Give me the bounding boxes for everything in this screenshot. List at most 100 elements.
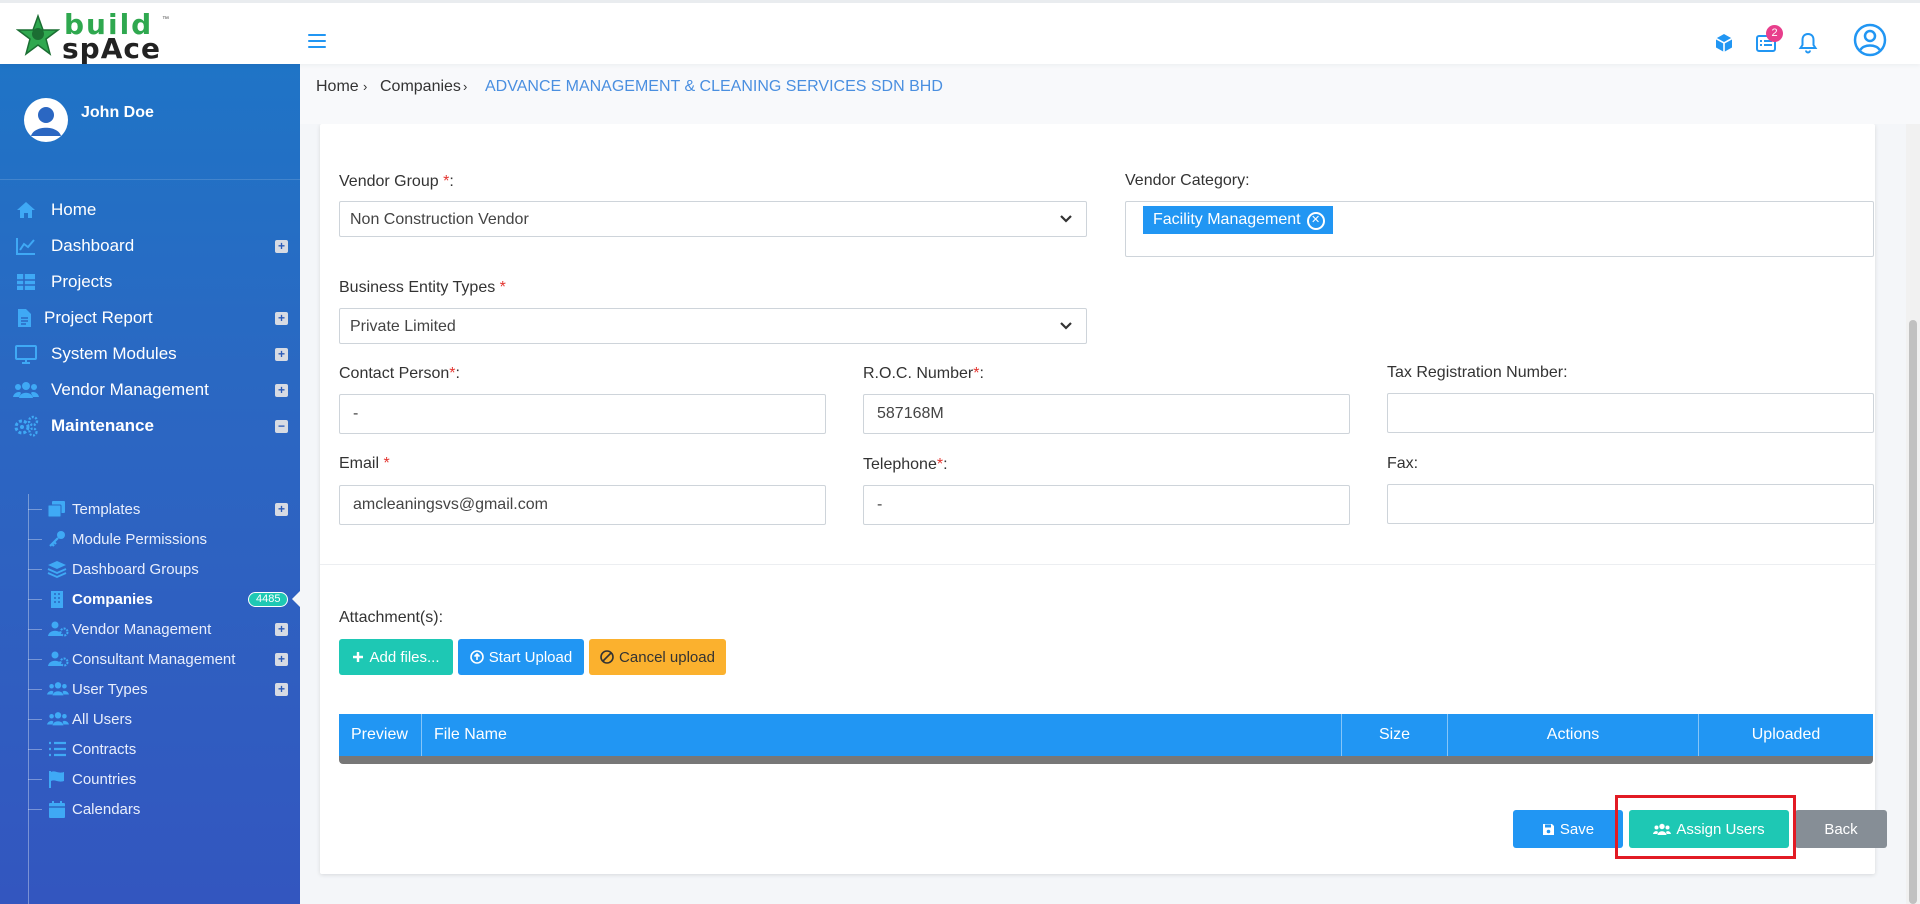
file-icon [18, 309, 31, 327]
ban-icon [600, 650, 614, 664]
cancel-upload-button[interactable]: Cancel upload [589, 639, 726, 675]
expand-plus-icon[interactable]: + [275, 683, 288, 696]
collapse-minus-icon[interactable]: − [275, 419, 288, 433]
submenu-item-label: Module Permissions [72, 531, 208, 548]
submenu-item-module-permissions[interactable]: Module Permissions [0, 524, 300, 554]
fax-label: Fax: [1387, 455, 1419, 472]
submenu-item-label: Calendars [72, 801, 141, 818]
vendor-category-multiselect[interactable]: Facility Management ✕ [1125, 201, 1874, 257]
submenu-item-label: Templates [72, 501, 141, 518]
back-button[interactable]: Back [1795, 810, 1887, 848]
sidebar-item-label: Project Report [44, 308, 153, 327]
logo-star-icon [16, 14, 60, 56]
fax-input[interactable] [1387, 484, 1874, 524]
submenu-item-user-types[interactable]: User Types + [0, 674, 300, 704]
users-icon [1653, 823, 1672, 835]
chevron-down-icon [1060, 322, 1072, 330]
list-icon [49, 741, 66, 757]
expand-plus-icon[interactable]: + [275, 347, 288, 361]
submenu-item-calendars[interactable]: Calendars [0, 794, 300, 824]
upload-circle-icon [469, 650, 484, 664]
cogs-icon [14, 415, 39, 437]
submenu-item-consultant-management[interactable]: Consultant Management + [0, 644, 300, 674]
cube-icon[interactable] [1712, 31, 1736, 55]
column-header-actions: Actions [1448, 714, 1699, 756]
save-button[interactable]: Save [1513, 810, 1623, 848]
sidebar-user-panel: John Doe [0, 64, 300, 180]
sidebar-item-dashboard[interactable]: Dashboard + [0, 228, 300, 264]
submenu-item-templates[interactable]: Templates + [0, 494, 300, 524]
maintenance-submenu: Templates + Module Permissions Dashboard… [0, 494, 300, 904]
line-chart-icon [16, 238, 35, 255]
email-field[interactable]: amcleaningsvs@gmail.com [339, 485, 826, 525]
submenu-item-dashboard-groups[interactable]: Dashboard Groups [0, 554, 300, 584]
expand-plus-icon[interactable]: + [275, 383, 288, 397]
vendor-group-label: Vendor Group *: [339, 173, 454, 190]
calendar-icon [49, 801, 65, 818]
expand-plus-icon[interactable]: + [275, 623, 288, 636]
bell-icon[interactable] [1796, 31, 1820, 55]
building-icon [51, 591, 63, 608]
avatar[interactable] [24, 98, 68, 142]
key-icon [49, 531, 65, 547]
user-profile-icon[interactable] [1853, 23, 1887, 57]
contact-person-label: Contact Person*: [339, 365, 460, 382]
sidebar-item-projects[interactable]: Projects [0, 264, 300, 300]
users-icon [47, 712, 69, 726]
business-entity-label: Business Entity Types * [339, 279, 506, 296]
attachments-table-header: Preview File Name Size Actions Uploaded [339, 714, 1873, 756]
business-entity-select[interactable]: Private Limited [339, 308, 1087, 344]
breadcrumb-home-link[interactable]: Home [316, 78, 359, 96]
submenu-item-companies[interactable]: Companies 4485 [0, 584, 300, 614]
vendor-category-tag: Facility Management ✕ [1143, 206, 1333, 234]
telephone-label: Telephone*: [863, 456, 948, 473]
page-scrollbar-thumb[interactable] [1909, 320, 1917, 904]
roc-number-input[interactable]: 587168M [863, 394, 1350, 434]
submenu-item-label: Consultant Management [72, 651, 236, 668]
column-header-preview: Preview [339, 714, 422, 756]
breadcrumb: Home › Companies › ADVANCE MANAGEMENT & … [300, 64, 1920, 124]
sidebar-item-system-modules[interactable]: System Modules + [0, 336, 300, 372]
submenu-item-all-users[interactable]: All Users [0, 704, 300, 734]
submenu-item-label: Companies [72, 591, 153, 608]
notification-count-badge: 2 [1766, 25, 1783, 42]
submenu-item-vendor-management[interactable]: Vendor Management + [0, 614, 300, 644]
expand-plus-icon[interactable]: + [275, 239, 288, 253]
tax-registration-input[interactable] [1387, 393, 1874, 433]
users-icon [47, 682, 69, 696]
flag-icon [49, 771, 64, 788]
sidebar: John Doe Home Dashboard + Projects Proje… [0, 64, 300, 904]
sidebar-item-maintenance[interactable]: Maintenance − [0, 408, 300, 444]
expand-plus-icon[interactable]: + [275, 653, 288, 666]
column-header-size: Size [1342, 714, 1448, 756]
submenu-item-label: Contracts [72, 741, 137, 758]
column-header-file-name: File Name [422, 714, 1342, 756]
submenu-item-label: Dashboard Groups [72, 561, 199, 578]
sidebar-toggle-button[interactable] [308, 34, 326, 50]
sidebar-item-label: Vendor Management [51, 380, 209, 399]
tax-registration-label: Tax Registration Number: [1387, 364, 1568, 381]
vendor-group-selected-value: Non Construction Vendor [350, 211, 529, 228]
start-upload-button[interactable]: Start Upload [458, 639, 584, 675]
expand-plus-icon[interactable]: + [275, 503, 288, 516]
buildspace-logo[interactable]: build spAce ™ [16, 11, 169, 63]
contact-person-input[interactable]: - [339, 394, 826, 434]
sidebar-item-project-report[interactable]: Project Report + [0, 300, 300, 336]
table-horizontal-scrollbar[interactable] [339, 756, 1873, 764]
users-cog-icon [48, 651, 69, 667]
sidebar-item-label: System Modules [51, 344, 177, 363]
sidebar-item-vendor-management[interactable]: Vendor Management + [0, 372, 300, 408]
section-divider [320, 564, 1875, 565]
assign-users-button[interactable]: Assign Users [1629, 810, 1789, 848]
remove-tag-icon[interactable]: ✕ [1306, 212, 1325, 230]
add-files-button[interactable]: Add files... [339, 639, 453, 675]
users-icon [13, 382, 39, 398]
submenu-item-contracts[interactable]: Contracts [0, 734, 300, 764]
breadcrumb-companies-link[interactable]: Companies [380, 78, 461, 96]
vendor-group-select[interactable]: Non Construction Vendor [339, 201, 1087, 237]
sidebar-item-home[interactable]: Home [0, 192, 300, 228]
logo-trademark: ™ [162, 16, 169, 23]
submenu-item-countries[interactable]: Countries [0, 764, 300, 794]
expand-plus-icon[interactable]: + [275, 311, 288, 325]
telephone-input[interactable]: - [863, 485, 1350, 525]
